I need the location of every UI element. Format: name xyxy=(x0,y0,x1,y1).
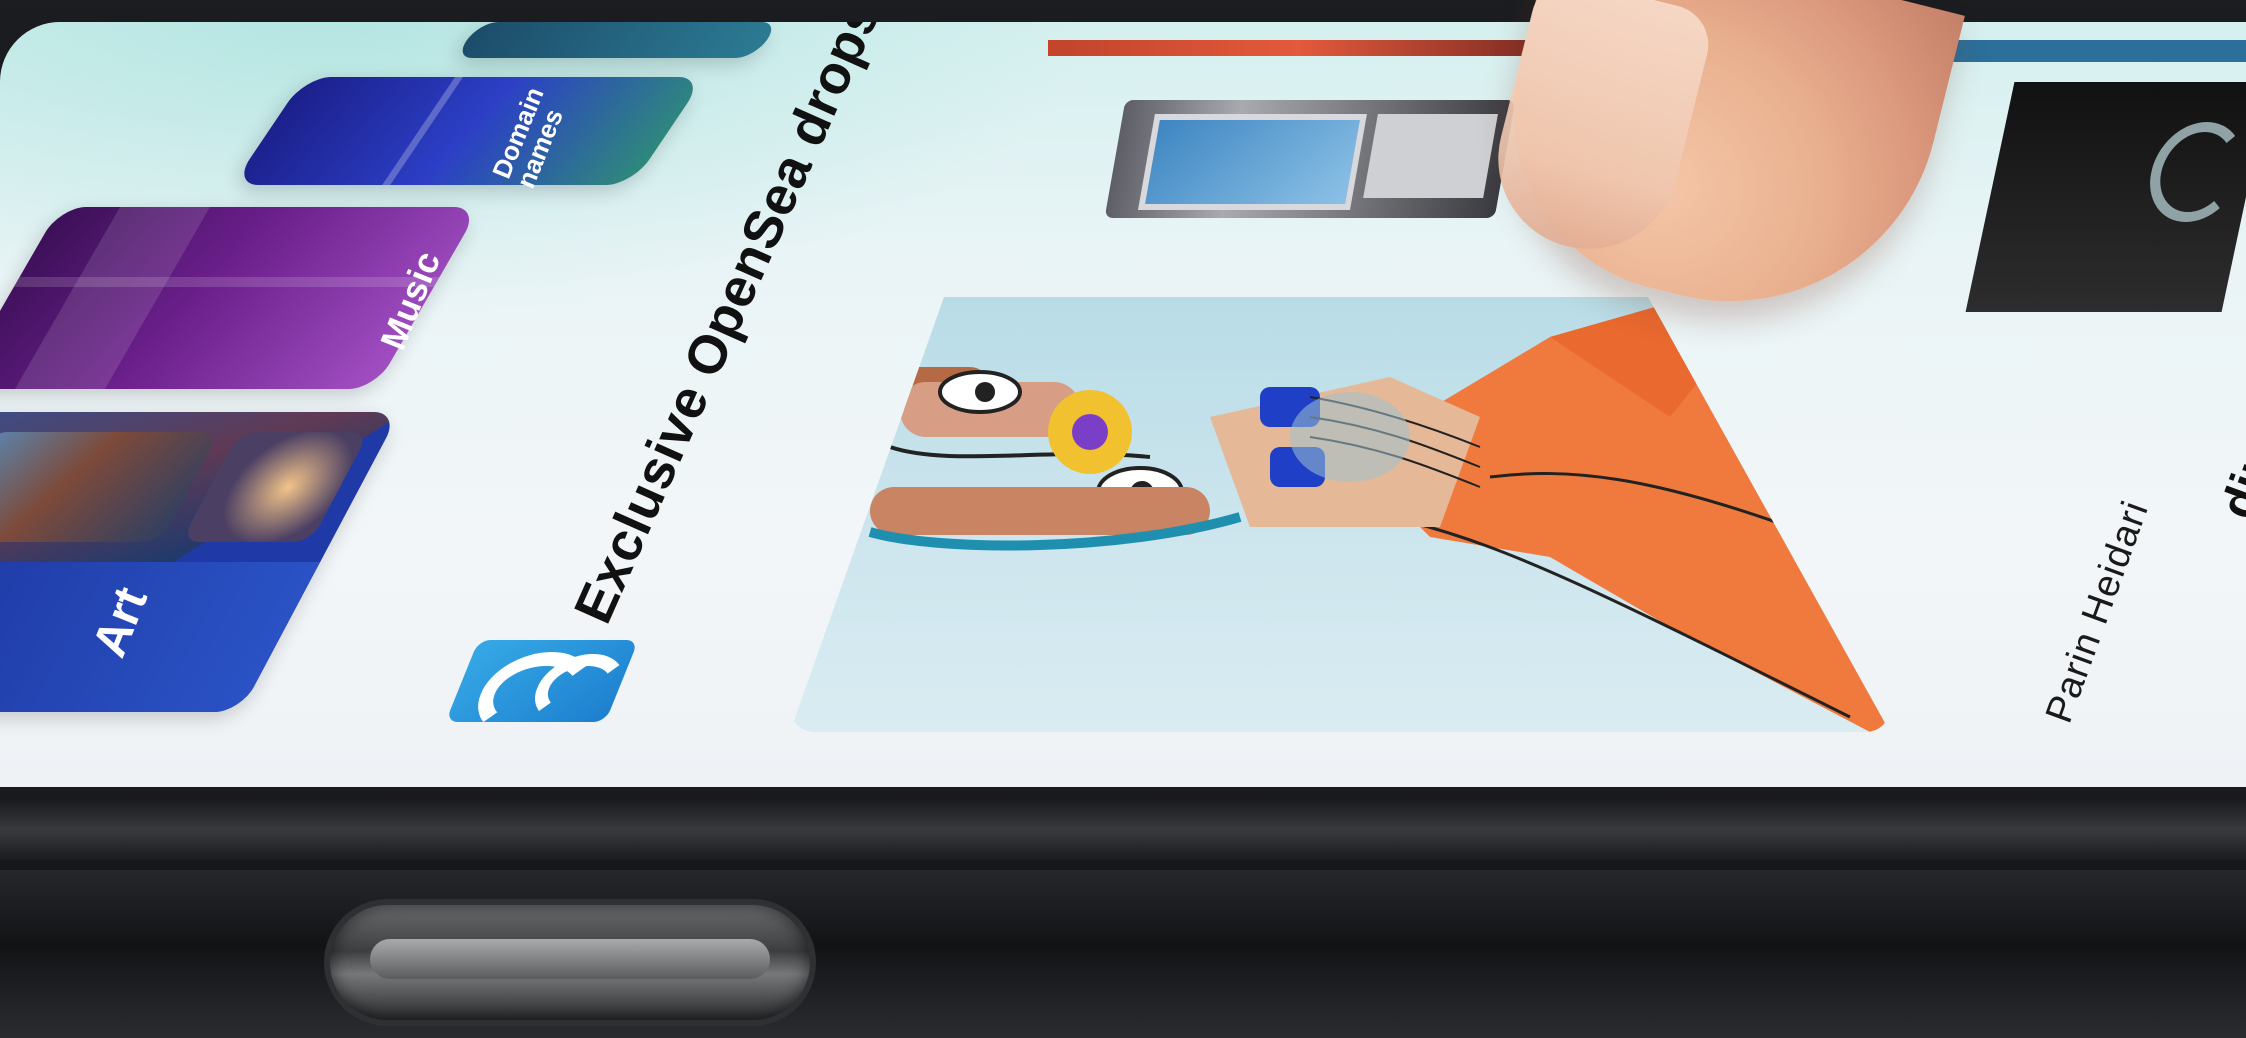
drop-artwork xyxy=(790,297,1890,732)
category-tile-art[interactable] xyxy=(0,412,400,712)
top-right-thumbnail[interactable] xyxy=(1930,40,2246,62)
top-thumbnail-strip[interactable] xyxy=(1048,40,1548,56)
opensea-wave-icon xyxy=(445,640,639,722)
tile-decoration xyxy=(13,277,440,287)
dark-collection-thumbnail[interactable] xyxy=(1965,82,2246,312)
logo-shape xyxy=(2140,122,2246,222)
monitor-shape xyxy=(1138,114,1367,210)
drop-artist-name[interactable]: Parin Heidari xyxy=(2038,495,2158,728)
tile-band xyxy=(0,562,321,712)
art-thumbnail xyxy=(0,432,220,542)
tile-decoration xyxy=(14,207,210,389)
phone-edge-highlight xyxy=(0,800,2246,860)
drive-shape xyxy=(1363,114,1498,198)
featured-drop-card[interactable] xyxy=(790,297,1890,732)
computer-art-thumbnail[interactable] xyxy=(1104,100,1516,218)
category-tile-domain-names[interactable] xyxy=(232,77,705,185)
tile-divider xyxy=(382,77,463,185)
category-tile-top[interactable] xyxy=(453,22,780,58)
charging-port xyxy=(330,905,810,1020)
